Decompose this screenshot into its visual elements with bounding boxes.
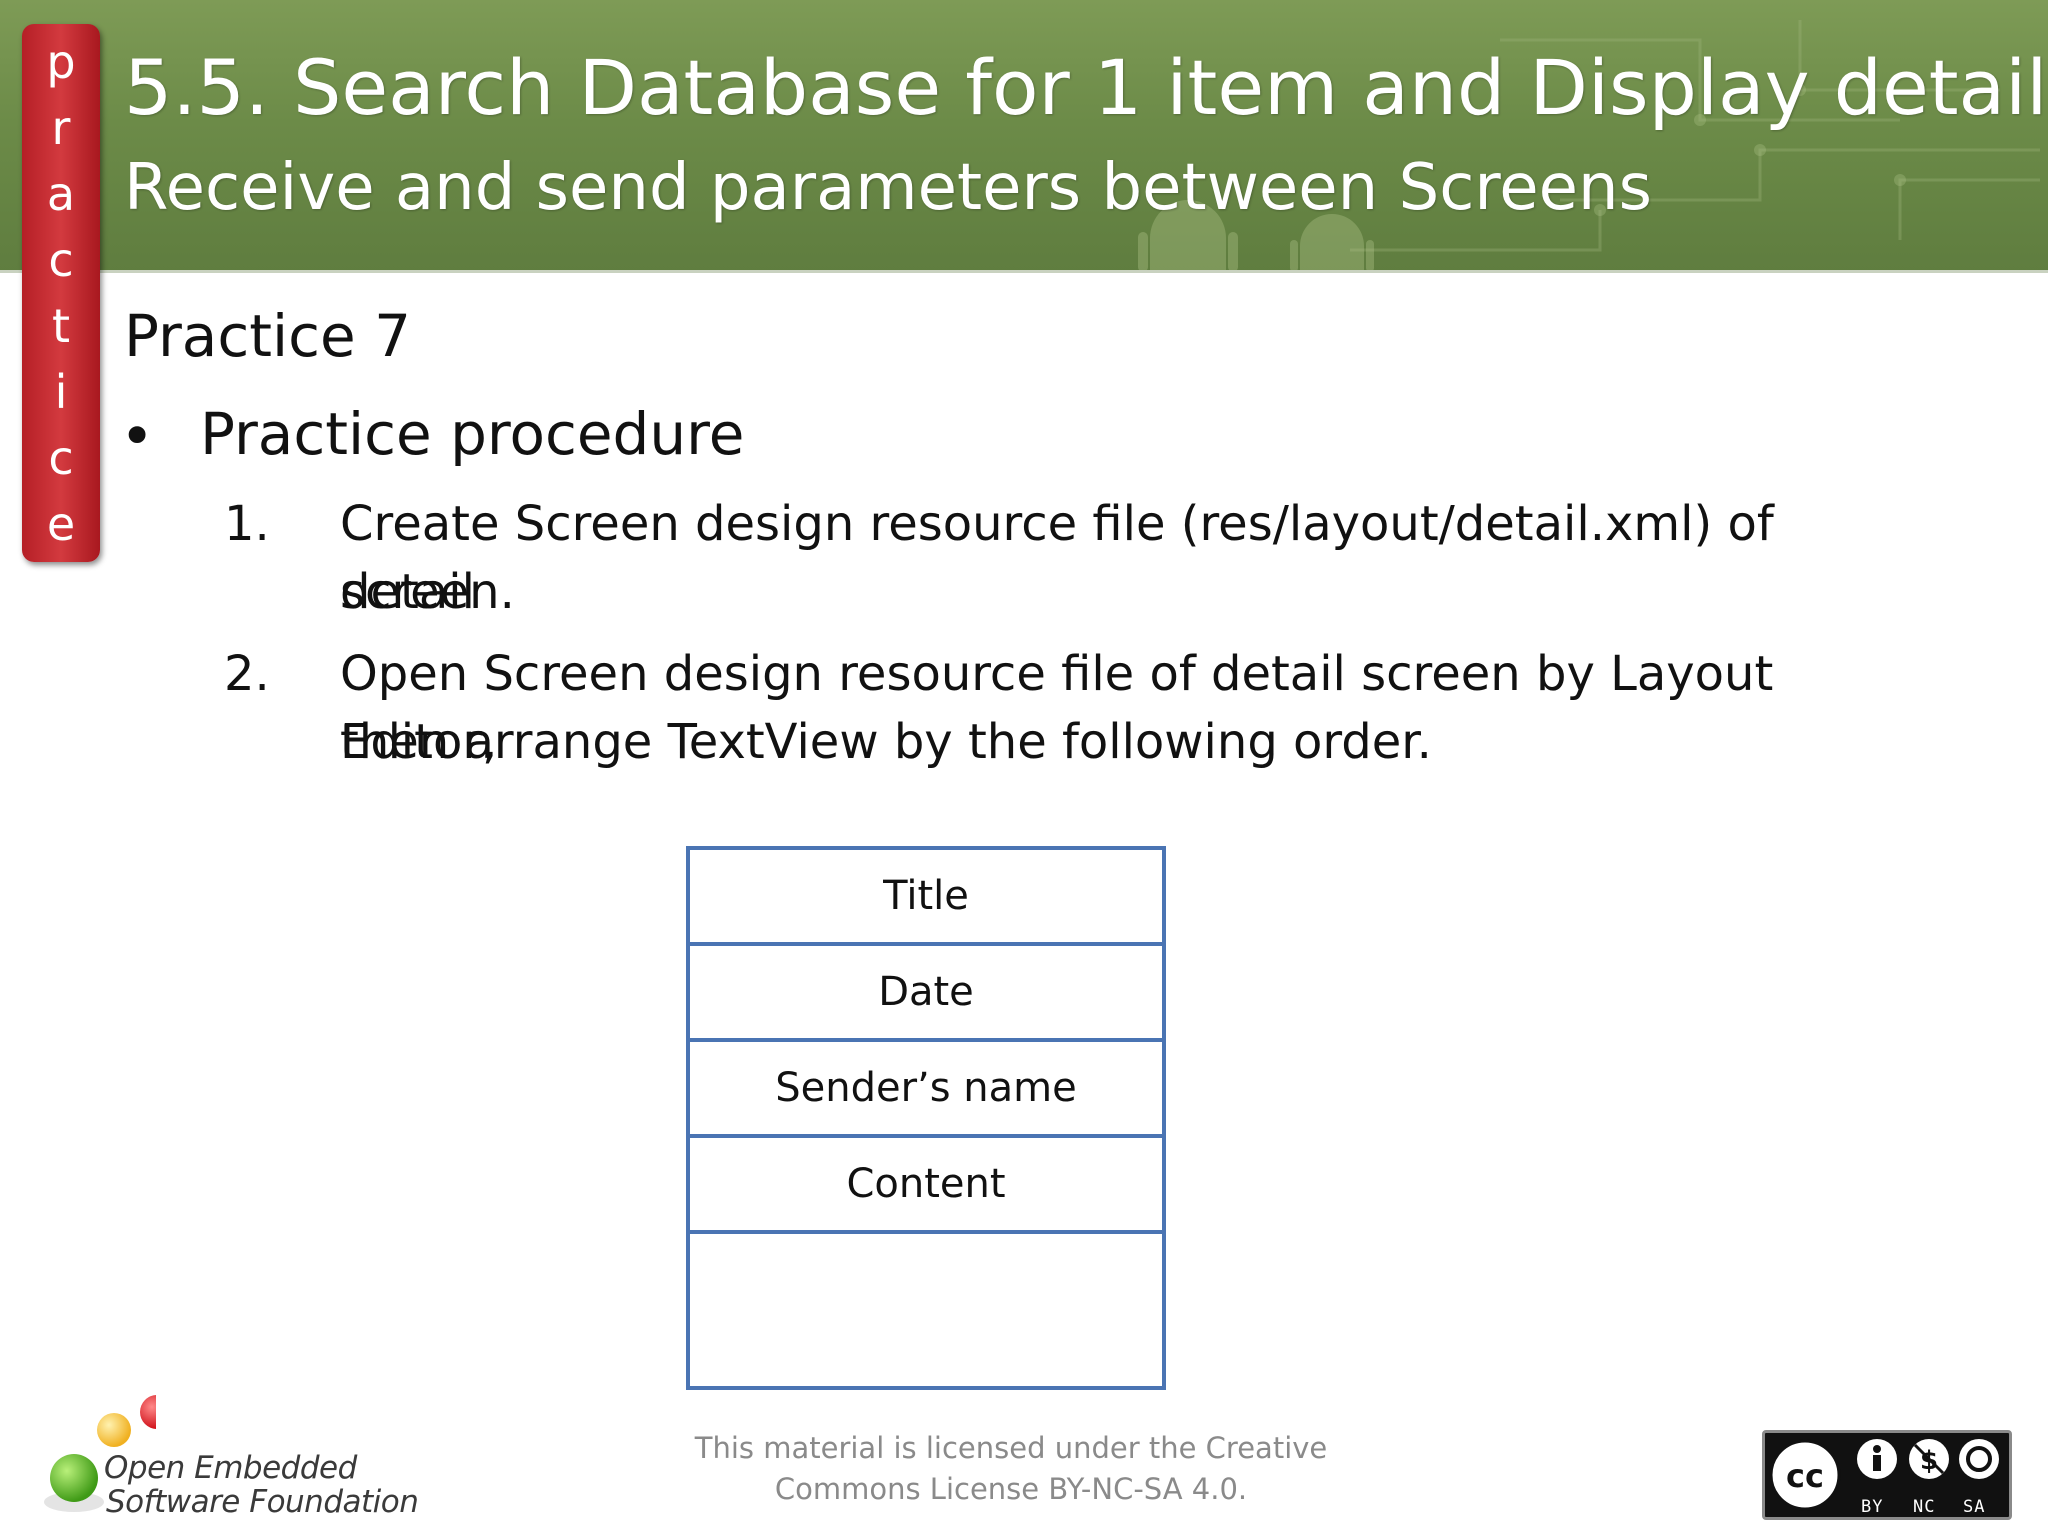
tab-letter: c: [48, 431, 74, 485]
bullet-dot: •: [120, 402, 155, 470]
cc-label: SA: [1963, 1497, 1986, 1517]
diagram-row-title: Title: [690, 850, 1162, 946]
tab-letter: c: [48, 233, 74, 287]
diagram-row-date: Date: [690, 946, 1162, 1042]
oesf-logo: Open Embedded Software Foundation: [36, 1390, 419, 1520]
logo-text-line: Open Embedded: [104, 1450, 357, 1486]
header-divider: [0, 270, 2048, 273]
layout-diagram: Title Date Sender’s name Content: [686, 846, 1166, 1390]
logo-text-line: Software Foundation: [106, 1484, 419, 1520]
cc-label: NC: [1913, 1497, 1936, 1517]
creative-commons-badge: cc $ BY NC SA: [1762, 1430, 2012, 1520]
license-line: Commons License BY-NC-SA 4.0.: [774, 1472, 1248, 1506]
slide-title: 5.5. Search Database for 1 item and Disp…: [124, 43, 2048, 132]
diagram-row-sender: Sender’s name: [690, 1042, 1162, 1138]
diagram-row-content: Content: [690, 1138, 1162, 1234]
cc-label: BY: [1861, 1497, 1884, 1517]
slide-header: 5.5. Search Database for 1 item and Disp…: [0, 0, 2048, 272]
bullet-heading: Practice procedure: [200, 400, 745, 468]
svg-text:cc: cc: [1786, 1457, 1824, 1495]
step-number: 1.: [224, 496, 270, 552]
license-notice: This material is licensed under the Crea…: [686, 1428, 1336, 1510]
tab-letter: r: [51, 101, 71, 155]
tab-letter: t: [51, 299, 71, 353]
slide-subtitle: Receive and send parameters between Scre…: [124, 151, 1652, 225]
step-text-line: screen.: [340, 564, 515, 620]
tab-letter: a: [46, 167, 76, 221]
step-text-line: then arrange TextView by the following o…: [340, 714, 1432, 770]
section-heading: Practice 7: [124, 302, 411, 370]
step-number: 2.: [224, 646, 270, 702]
practice-side-tab: p r a c t i c e: [22, 24, 100, 562]
tab-letter: e: [46, 497, 76, 551]
tab-letter: i: [54, 365, 68, 419]
tab-letter: p: [46, 35, 76, 89]
license-line: This material is licensed under the Crea…: [694, 1431, 1328, 1465]
